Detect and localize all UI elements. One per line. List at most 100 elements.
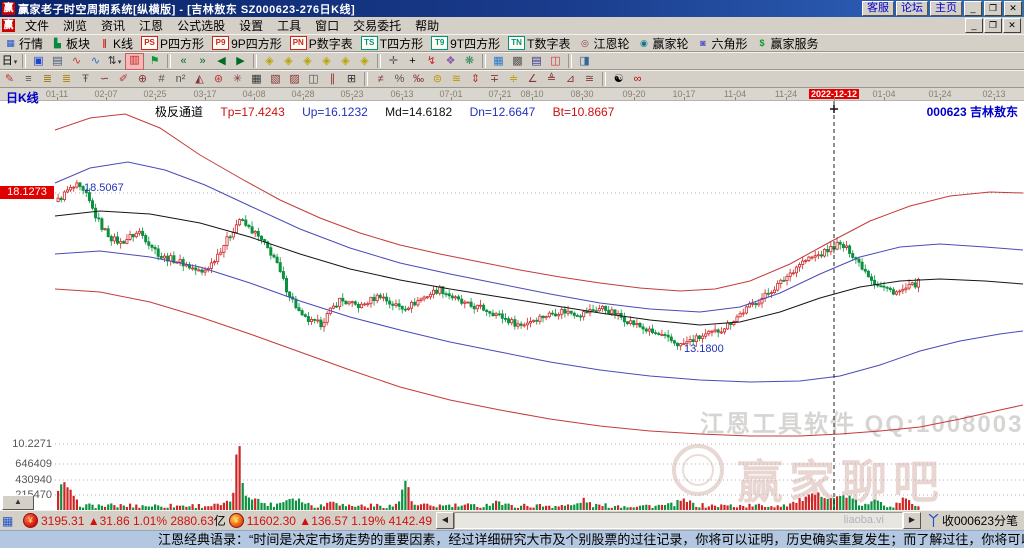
balance-tool-icon[interactable]: ∓ xyxy=(486,72,503,87)
next-bar-icon[interactable]: ▶ xyxy=(232,54,249,69)
market-grid-icon[interactable]: ▦ xyxy=(2,515,17,527)
trend-mark-icon[interactable]: ↯ xyxy=(423,54,440,69)
kline-chart-canvas[interactable] xyxy=(0,101,1024,510)
level-tool-icon[interactable]: ≑ xyxy=(505,72,522,87)
menu-item-资讯[interactable]: 资讯 xyxy=(94,17,132,34)
winner-wheel-button[interactable]: ◉赢家轮 xyxy=(633,35,692,51)
percent-tool-icon[interactable]: % xyxy=(391,72,408,87)
triangle-tool-icon[interactable]: ◭ xyxy=(191,72,208,87)
shanghai-index-icon[interactable]: ¥ xyxy=(23,513,38,528)
p9-square-button[interactable]: P99P四方形 xyxy=(208,35,286,51)
kline-chart-area[interactable]: 江恩工具软件 QQ:100800360 赢家聊吧 极反通道 Tp=17.4243… xyxy=(0,101,1024,510)
scroll-left-button[interactable]: ◀ xyxy=(436,512,454,529)
panel-toggle-button[interactable]: ▲ xyxy=(2,495,34,510)
crosshair-icon[interactable]: + xyxy=(404,54,421,69)
candle-style-dropdown[interactable]: ⇅▾ xyxy=(106,54,123,69)
golden-ring-tool-icon[interactable]: ⊜ xyxy=(429,72,446,87)
delta-tool-icon[interactable]: ≜ xyxy=(543,72,560,87)
marker-pen-tool-icon[interactable]: ✐ xyxy=(115,72,132,87)
permille-tool-icon[interactable]: ‰ xyxy=(410,72,427,87)
hline-grid-tool-icon[interactable]: ≡ xyxy=(20,72,37,87)
p-number-table-button[interactable]: PNP数字表 xyxy=(286,35,357,51)
save-icon[interactable]: ◫ xyxy=(547,54,564,69)
menu-item-设置[interactable]: 设置 xyxy=(232,17,270,34)
go-last-icon[interactable]: » xyxy=(194,54,211,69)
approx-tool-icon[interactable]: ≅ xyxy=(581,72,598,87)
child-close-button[interactable]: ✕ xyxy=(1003,18,1021,33)
menu-item-公式选股[interactable]: 公式选股 xyxy=(170,17,232,34)
chart-mode-icon[interactable]: ▥ xyxy=(125,53,144,70)
window-layout-icon[interactable]: ▣ xyxy=(30,54,47,69)
calculator-icon[interactable]: ▩ xyxy=(509,54,526,69)
price-scale-tool-icon[interactable]: ≠ xyxy=(372,72,389,87)
hexagon-button[interactable]: ◙六角形 xyxy=(693,35,752,51)
menu-item-交易委托[interactable]: 交易委托 xyxy=(346,17,408,34)
close-button[interactable]: ✕ xyxy=(1004,1,1022,16)
wave-large-icon[interactable]: ∿ xyxy=(87,54,104,69)
pen-tool-icon[interactable]: ✎ xyxy=(1,72,18,87)
box-split-tool-icon[interactable]: ◫ xyxy=(305,72,322,87)
minimize-button[interactable]: _ xyxy=(964,1,982,16)
horizontal-scrollbar[interactable]: ◀ liaoba.vi ▶ xyxy=(436,513,921,529)
shenzhen-index-icon[interactable]: ¥ xyxy=(229,513,244,528)
analysis-icon[interactable]: ❋ xyxy=(461,54,478,69)
service-link[interactable]: 客服 xyxy=(862,1,894,16)
calendar-icon[interactable]: ▦ xyxy=(490,54,507,69)
taiji-icon[interactable]: ☯ xyxy=(610,72,627,87)
square-grid-tool-icon[interactable]: ▦ xyxy=(248,72,265,87)
menu-item-帮助[interactable]: 帮助 xyxy=(408,17,446,34)
flag-marker-icon[interactable]: ⚑ xyxy=(146,54,163,69)
gann-diamond-left-icon[interactable]: ◈ xyxy=(261,54,278,69)
winner-service-button[interactable]: $赢家服务 xyxy=(752,35,823,51)
gann-diamond-expand-icon[interactable]: ◈ xyxy=(299,54,316,69)
menu-item-窗口[interactable]: 窗口 xyxy=(308,17,346,34)
menu-item-工具[interactable]: 工具 xyxy=(270,17,308,34)
circle-cross-tool-icon[interactable]: ⊕ xyxy=(134,72,151,87)
sun-tool-icon[interactable]: ⊛ xyxy=(210,72,227,87)
hash-grid-tool-icon[interactable]: # xyxy=(153,72,170,87)
t9-square-button[interactable]: T99T四方形 xyxy=(427,35,504,51)
gann-diamond-up-icon[interactable]: ◈ xyxy=(337,54,354,69)
gann-grid-tool-icon[interactable]: ≣ xyxy=(39,72,56,87)
restore-button[interactable]: ❐ xyxy=(984,1,1002,16)
quotes-button[interactable]: ▦行情 xyxy=(0,35,47,51)
period-day-dropdown[interactable]: 日▾ xyxy=(1,54,18,69)
child-minimize-button[interactable]: _ xyxy=(965,18,983,33)
wedge-tool-icon[interactable]: ⊿ xyxy=(562,72,579,87)
n-square-tool-icon[interactable]: n² xyxy=(172,72,189,87)
t-number-table-button[interactable]: TNT数字表 xyxy=(504,35,574,51)
pan-hand-icon[interactable]: ✛ xyxy=(385,54,402,69)
prev-bar-icon[interactable]: ◀ xyxy=(213,54,230,69)
print-icon[interactable]: ◨ xyxy=(576,54,593,69)
time-ruler-tool-icon[interactable]: Ŧ xyxy=(77,72,94,87)
scroll-right-button[interactable]: ▶ xyxy=(903,512,921,529)
infinity-icon[interactable]: ∞ xyxy=(629,72,646,87)
sectors-button[interactable]: ▙板块 xyxy=(47,35,94,51)
angle-tool-icon[interactable]: ∠ xyxy=(524,72,541,87)
menu-item-文件[interactable]: 文件 xyxy=(18,17,56,34)
menu-item-江恩[interactable]: 江恩 xyxy=(132,17,170,34)
gann-grid2-tool-icon[interactable]: ≣ xyxy=(58,72,75,87)
menu-item-浏览[interactable]: 浏览 xyxy=(56,17,94,34)
parallel-tool-icon[interactable]: ∥ xyxy=(324,72,341,87)
updown-pen-tool-icon[interactable]: ⇕ xyxy=(467,72,484,87)
homepage-link[interactable]: 主页 xyxy=(930,1,962,16)
wave-small-icon[interactable]: ∿ xyxy=(68,54,85,69)
gann-diamond-right-icon[interactable]: ◈ xyxy=(280,54,297,69)
grid-box-tool-icon[interactable]: ⊞ xyxy=(343,72,360,87)
spiral-tool-icon[interactable]: ∽ xyxy=(96,72,113,87)
gann-diamond-shrink-icon[interactable]: ◈ xyxy=(318,54,335,69)
child-restore-button[interactable]: ❐ xyxy=(984,18,1002,33)
go-first-icon[interactable]: « xyxy=(175,54,192,69)
angles-tool-icon[interactable]: ▧ xyxy=(267,72,284,87)
notes-icon[interactable]: ▤ xyxy=(528,54,545,69)
scrollbar-track[interactable]: liaoba.vi xyxy=(454,512,903,529)
p-square-button[interactable]: PSP四方形 xyxy=(137,35,208,51)
info-panel-icon[interactable]: ▤ xyxy=(49,54,66,69)
fan-tool-icon[interactable]: ▨ xyxy=(286,72,303,87)
gann-wheel-button[interactable]: ◎江恩轮 xyxy=(574,35,633,51)
star-tool-icon[interactable]: ✳ xyxy=(229,72,246,87)
t-square-button[interactable]: TST四方形 xyxy=(357,35,427,51)
forum-link[interactable]: 论坛 xyxy=(896,1,928,16)
kline-button[interactable]: ∥K线 xyxy=(94,35,137,51)
